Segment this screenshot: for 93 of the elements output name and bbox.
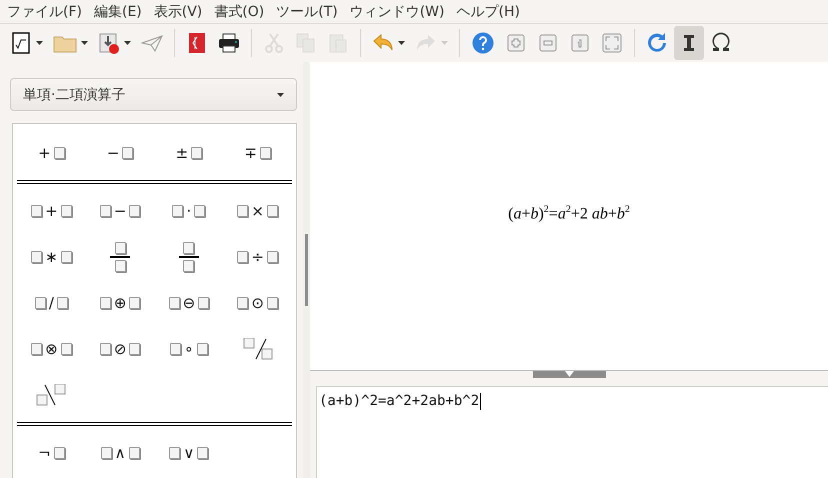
placeholder-icon [54, 447, 65, 459]
help-icon [471, 32, 495, 54]
placeholder-icon [60, 343, 72, 355]
placeholder-icon [56, 297, 68, 309]
placeholder-icon [266, 205, 278, 217]
paste-icon [327, 32, 349, 54]
dropdown-arrow-icon [277, 92, 284, 96]
fit-page-icon [601, 32, 623, 54]
placeholder-icon [31, 343, 42, 355]
placeholder-icon [266, 297, 278, 309]
placeholder-icon [114, 260, 126, 272]
placeholder-icon [128, 447, 140, 459]
copy-icon [295, 32, 317, 54]
operator-template[interactable]: ⊙ [223, 280, 292, 326]
placeholder-icon [60, 251, 72, 263]
operator-template[interactable]: ∘ [154, 326, 224, 372]
placeholder-icon [129, 343, 140, 355]
operator-template[interactable]: ¬ [17, 430, 86, 476]
placeholder-icon [237, 205, 248, 217]
placeholder-icon [100, 343, 111, 355]
operator-template[interactable]: + [17, 188, 86, 234]
operator-template[interactable]: ⊖ [154, 280, 224, 326]
dropdown-arrow-icon [398, 41, 405, 45]
placeholder-icon [54, 147, 65, 159]
placeholder-icon [34, 297, 46, 309]
operator-template[interactable]: − [86, 130, 154, 176]
formula-text: (a+b)$^{2}$=a$^{2}$+2 ab+b$^{2}$ [508, 204, 630, 224]
placeholder-icon [168, 297, 180, 309]
dropdown-arrow-icon [124, 41, 131, 45]
placeholder-icon [183, 260, 194, 272]
placeholder-icon [100, 447, 112, 459]
menu-item[interactable]: ツール(T) [273, 2, 345, 20]
zoom-out-icon [537, 32, 559, 54]
operator-template[interactable]: ⊘ [86, 326, 154, 372]
toolbar-button[interactable] [674, 26, 704, 60]
paper-plane-icon [141, 32, 163, 54]
dropdown-arrow-icon [36, 41, 43, 45]
menu-item[interactable]: 編集(E) [90, 2, 149, 20]
operator-template[interactable]: ∧ [86, 430, 154, 476]
placeholder-icon [169, 447, 180, 459]
operator-template[interactable]: + [17, 130, 86, 176]
formula-document-icon [10, 32, 32, 54]
menu-item[interactable]: ヘルプ(H) [454, 2, 527, 20]
dropdown-arrow-icon [441, 41, 448, 45]
placeholder-icon [191, 147, 202, 159]
operator-template[interactable]: ∨ [154, 430, 224, 476]
zoom-in-icon [505, 32, 527, 54]
placeholder-icon [194, 205, 206, 217]
placeholder-icon [129, 205, 140, 217]
operator-template[interactable]: ⊕ [86, 280, 154, 326]
placeholder-icon [198, 297, 210, 309]
placeholder-icon [31, 205, 42, 217]
operator-template[interactable]: / [17, 280, 86, 326]
save-icon [98, 32, 120, 54]
menu-item[interactable]: ウィンドウ(W) [346, 2, 452, 20]
placeholder-icon [237, 297, 248, 309]
operator-template[interactable]: ± [154, 130, 224, 176]
placeholder-icon [31, 251, 42, 263]
placeholder-icon [172, 205, 184, 217]
placeholder-icon [197, 447, 208, 459]
placeholder-icon [129, 297, 140, 309]
refresh-icon [646, 32, 668, 54]
operator-template[interactable]: ∗ [17, 234, 86, 280]
menu-item[interactable]: 書式(O) [211, 2, 272, 20]
placeholder-icon [237, 251, 248, 263]
operator-template[interactable]: · [154, 188, 224, 234]
placeholder-icon [266, 251, 278, 263]
scissors-icon [263, 32, 285, 54]
menu-item[interactable]: 表示(V) [150, 2, 210, 20]
omega-icon [710, 32, 732, 54]
actual-size-icon [569, 32, 591, 54]
placeholder-icon [170, 343, 182, 355]
dropdown-arrow-icon [81, 41, 88, 45]
operator-template[interactable]: − [86, 188, 154, 234]
placeholder-icon [114, 242, 126, 254]
printer-icon [218, 32, 240, 54]
operator-template[interactable]: ÷ [223, 234, 292, 280]
operator-template[interactable]: ⊗ [17, 326, 86, 372]
placeholder-icon [196, 343, 208, 355]
placeholder-icon [60, 205, 72, 217]
operator-template[interactable]: × [223, 188, 292, 234]
placeholder-icon [100, 205, 111, 217]
placeholder-icon [183, 242, 194, 254]
placeholder-icon [122, 147, 134, 159]
pdf-icon [186, 32, 208, 54]
menu-item[interactable]: ファイル(F) [4, 2, 89, 20]
category-dropdown[interactable]: 単項·二項演算子 [10, 78, 297, 111]
placeholder-icon [100, 297, 111, 309]
placeholder-icon [260, 147, 271, 159]
command-text: (a+b)^2=a^2+2ab+b^2 [319, 392, 482, 410]
vertical-splitter[interactable] [303, 62, 310, 478]
command-editor[interactable]: (a+b)^2=a^2+2ab+b^2 [316, 386, 828, 478]
operator-template[interactable]: ∓ [223, 130, 292, 176]
